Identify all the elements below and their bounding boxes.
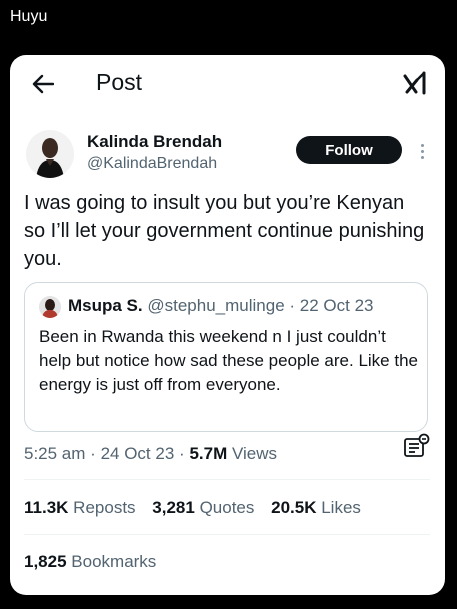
meta-separator-2: · xyxy=(179,444,185,463)
quotes-label: Quotes xyxy=(199,498,255,517)
post-card: Post Kalinda Brendah @KalindaBrendah Fol… xyxy=(10,55,445,595)
analytics-icon xyxy=(404,433,430,457)
post-time: 5:25 am xyxy=(24,444,86,463)
author-avatar[interactable] xyxy=(26,130,74,178)
engagement-stats: 11.3K Reposts 3,281 Quotes 20.5K Likes xyxy=(24,498,373,518)
views-count: 5.7M xyxy=(189,444,228,463)
likes-stat[interactable]: 20.5K Likes xyxy=(271,498,361,517)
quoted-author-name: Msupa S. xyxy=(68,296,143,315)
reposts-stat[interactable]: 11.3K Reposts xyxy=(24,498,136,517)
grok-button[interactable] xyxy=(399,67,431,99)
post-meta: 5:25 am · 24 Oct 23 · 5.7M Views xyxy=(24,444,277,464)
quoted-post-header: Msupa S. @stephu_mulinge · 22 Oct 23 xyxy=(68,296,374,316)
arrow-left-icon xyxy=(32,74,54,94)
views-label: Views xyxy=(231,444,278,463)
quoted-avatar-image xyxy=(39,296,61,318)
quoted-author-avatar xyxy=(39,296,61,318)
bookmarks-label: Bookmarks xyxy=(71,552,157,571)
quoted-post[interactable]: Msupa S. @stephu_mulinge · 22 Oct 23 Bee… xyxy=(24,282,428,432)
quoted-author-handle: @stephu_mulinge xyxy=(147,296,285,315)
post-text: I was going to insult you but you’re Ken… xyxy=(24,192,425,270)
grok-icon xyxy=(403,71,426,95)
quoted-date: 22 Oct 23 xyxy=(299,296,374,315)
quotes-stat[interactable]: 3,281 Quotes xyxy=(152,498,254,517)
bookmarks-count: 1,825 xyxy=(24,552,67,571)
likes-label: Likes xyxy=(321,498,361,517)
bookmarks-stat[interactable]: 1,825 Bookmarks xyxy=(24,552,156,572)
page-caption: Huyu xyxy=(10,8,48,25)
more-options-icon[interactable] xyxy=(414,139,430,163)
meta-separator-1: · xyxy=(90,444,96,463)
reposts-count: 11.3K xyxy=(24,498,69,517)
quotes-count: 3,281 xyxy=(152,498,195,517)
likes-count: 20.5K xyxy=(271,498,317,517)
quoted-post-text: Been in Rwanda this weekend n I just cou… xyxy=(39,327,418,394)
follow-button[interactable]: Follow xyxy=(296,136,402,164)
avatar-image xyxy=(26,130,74,178)
analytics-button[interactable] xyxy=(402,432,432,462)
quoted-separator: · xyxy=(289,296,296,315)
divider xyxy=(24,479,430,480)
top-bar: Post xyxy=(10,55,445,115)
author-handle[interactable]: @KalindaBrendah xyxy=(87,155,217,173)
back-button[interactable] xyxy=(28,69,58,99)
reposts-label: Reposts xyxy=(73,498,136,517)
page-title: Post xyxy=(96,69,143,95)
post-date: 24 Oct 23 xyxy=(100,444,175,463)
author-name[interactable]: Kalinda Brendah xyxy=(87,132,222,152)
divider xyxy=(24,534,430,535)
